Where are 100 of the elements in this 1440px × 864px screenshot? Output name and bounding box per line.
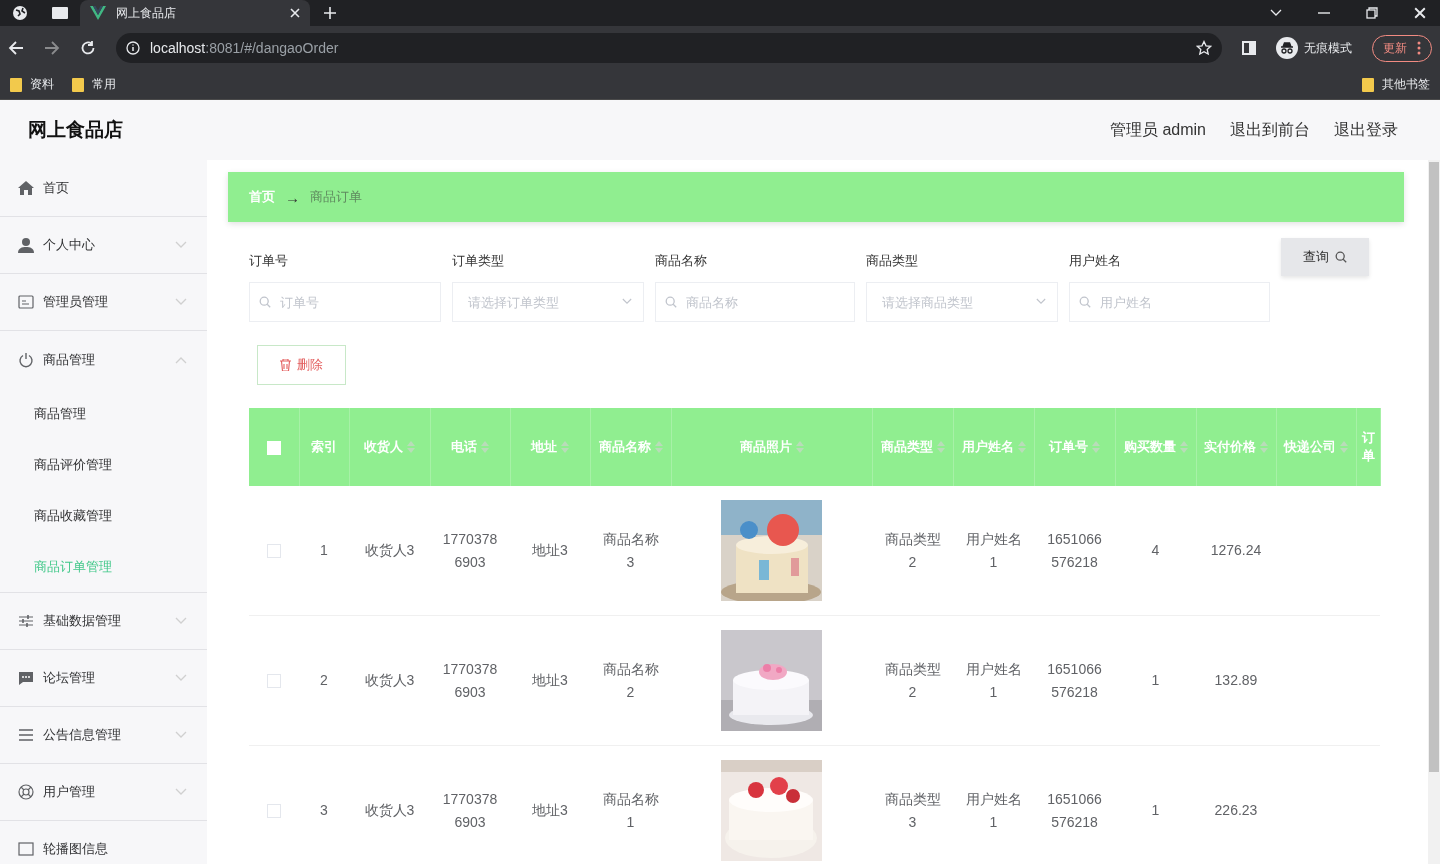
- sort-icon[interactable]: [795, 441, 804, 453]
- bookmark-link[interactable]: 资料: [30, 76, 54, 93]
- forward-icon[interactable]: [44, 40, 60, 56]
- table-cell: 1651066576218: [1034, 745, 1115, 864]
- table-cell: 商品名称2: [590, 615, 671, 746]
- sort-icon[interactable]: [481, 441, 489, 453]
- submenu-item[interactable]: 商品管理: [0, 388, 207, 439]
- menu-icon[interactable]: [1417, 41, 1421, 55]
- checkbox[interactable]: [267, 804, 281, 819]
- header-link[interactable]: 退出到前台: [1230, 119, 1310, 141]
- table-cell: 收货人3: [349, 745, 430, 864]
- incognito-label: 无痕模式: [1304, 39, 1352, 57]
- app-title: 网上食品店: [28, 118, 123, 142]
- folder-icon: [10, 77, 22, 92]
- table-cell: 用户姓名1: [953, 615, 1034, 746]
- power-icon: [18, 351, 34, 368]
- bookmark-link[interactable]: 其他书签: [1382, 76, 1430, 93]
- field-label: 商品名称: [655, 252, 708, 270]
- sort-icon[interactable]: [1017, 441, 1026, 453]
- table-cell: 1276.24: [1196, 486, 1276, 616]
- sort-icon[interactable]: [1092, 441, 1100, 453]
- close-icon[interactable]: [290, 8, 300, 18]
- checkbox[interactable]: [267, 674, 281, 689]
- field-label: 订单类型: [452, 252, 505, 270]
- incognito-icon[interactable]: [1276, 37, 1298, 59]
- scrollbar[interactable]: [1428, 160, 1440, 864]
- restore-icon[interactable]: [1366, 7, 1378, 19]
- field-label: 用户姓名: [1069, 252, 1122, 270]
- chevron-down-icon[interactable]: [1036, 298, 1046, 305]
- tab-title: 网上食品店: [116, 4, 177, 22]
- search-icon: [259, 296, 271, 308]
- search-field[interactable]: 订单号: [249, 282, 441, 322]
- field-label: 订单号: [249, 252, 289, 270]
- bookmark-link[interactable]: 常用: [92, 76, 116, 93]
- sidebar-item[interactable]: 商品管理: [0, 331, 207, 388]
- back-icon[interactable]: [8, 40, 24, 56]
- folder-icon: [1362, 77, 1374, 92]
- select-field[interactable]: 请选择订单类型: [452, 282, 644, 322]
- search-icon: [1335, 251, 1347, 263]
- bookmark-star-icon[interactable]: [1196, 40, 1212, 56]
- user-label: 管理员 admin: [1109, 119, 1206, 140]
- list-icon: [18, 729, 34, 741]
- table-cell: 收货人3: [349, 486, 430, 616]
- table-cell: 商品类型3: [872, 745, 953, 864]
- table-cell: 商品类型2: [872, 486, 953, 616]
- table-cell: 1: [299, 486, 349, 616]
- table-cell: 收货人3: [349, 615, 430, 746]
- checkbox[interactable]: [267, 544, 281, 559]
- info-icon[interactable]: [126, 41, 140, 55]
- table-cell: 用户姓名1: [953, 486, 1034, 616]
- table-cell: 1: [1115, 745, 1196, 864]
- table-cell: 商品名称1: [590, 745, 671, 864]
- search-field[interactable]: 用户姓名: [1069, 282, 1270, 322]
- picture-frame-icon: [18, 842, 34, 856]
- id-card-icon: [18, 295, 34, 309]
- table-cell: 17703786903: [430, 615, 510, 746]
- address-bar[interactable]: localhost:8081/#/dangaoOrder: [116, 33, 1222, 63]
- sort-icon[interactable]: [561, 441, 569, 453]
- chevron-down-icon[interactable]: [622, 298, 632, 305]
- table-cell: 1: [1115, 615, 1196, 746]
- table-cell: 商品名称3: [590, 486, 671, 616]
- folder-icon: [72, 77, 84, 92]
- submenu-item[interactable]: 商品评价管理: [0, 439, 207, 490]
- table-cell: 1651066576218: [1034, 486, 1115, 616]
- table-cell: 地址3: [510, 486, 590, 616]
- table-cell: 226.23: [1196, 745, 1276, 864]
- side-panel-icon[interactable]: [1242, 41, 1256, 55]
- window-close-icon[interactable]: [1414, 7, 1426, 19]
- submenu-item[interactable]: 商品收藏管理: [0, 490, 207, 541]
- reload-icon[interactable]: [80, 40, 96, 56]
- table-cell: 3: [299, 745, 349, 864]
- v-logo-icon: [90, 6, 106, 20]
- trash-icon: [280, 359, 291, 371]
- table-cell: 17703786903: [430, 486, 510, 616]
- select-field[interactable]: 请选择商品类型: [866, 282, 1058, 322]
- home-icon: [18, 181, 34, 195]
- header-link[interactable]: 退出登录: [1334, 119, 1398, 141]
- sort-icon[interactable]: [1340, 441, 1348, 453]
- sort-icon[interactable]: [407, 441, 415, 453]
- query-button[interactable]: 查询: [1281, 238, 1369, 276]
- breadcrumb-separator: →: [285, 188, 300, 206]
- delete-button[interactable]: 删除: [257, 345, 346, 385]
- sort-icon[interactable]: [654, 441, 663, 453]
- minimize-icon[interactable]: [1318, 12, 1330, 14]
- globe-icon[interactable]: [12, 5, 28, 21]
- new-tab-icon[interactable]: [323, 6, 337, 20]
- search-icon: [1079, 296, 1091, 308]
- table-cell: 17703786903: [430, 745, 510, 864]
- tab-overview-icon[interactable]: [51, 6, 69, 20]
- table-cell: 地址3: [510, 615, 590, 746]
- sort-icon[interactable]: [1179, 441, 1188, 453]
- sort-icon[interactable]: [1260, 441, 1268, 453]
- browser-tab[interactable]: 网上食品店: [80, 0, 310, 26]
- search-icon: [665, 296, 677, 308]
- tab-search-icon[interactable]: [1270, 9, 1282, 17]
- table-cell: 用户姓名1: [953, 745, 1034, 864]
- table-cell: 商品类型2: [872, 615, 953, 746]
- search-field[interactable]: 商品名称: [655, 282, 855, 322]
- sort-icon[interactable]: [936, 441, 945, 453]
- url-text: localhost:8081/#/dangaoOrder: [150, 40, 339, 56]
